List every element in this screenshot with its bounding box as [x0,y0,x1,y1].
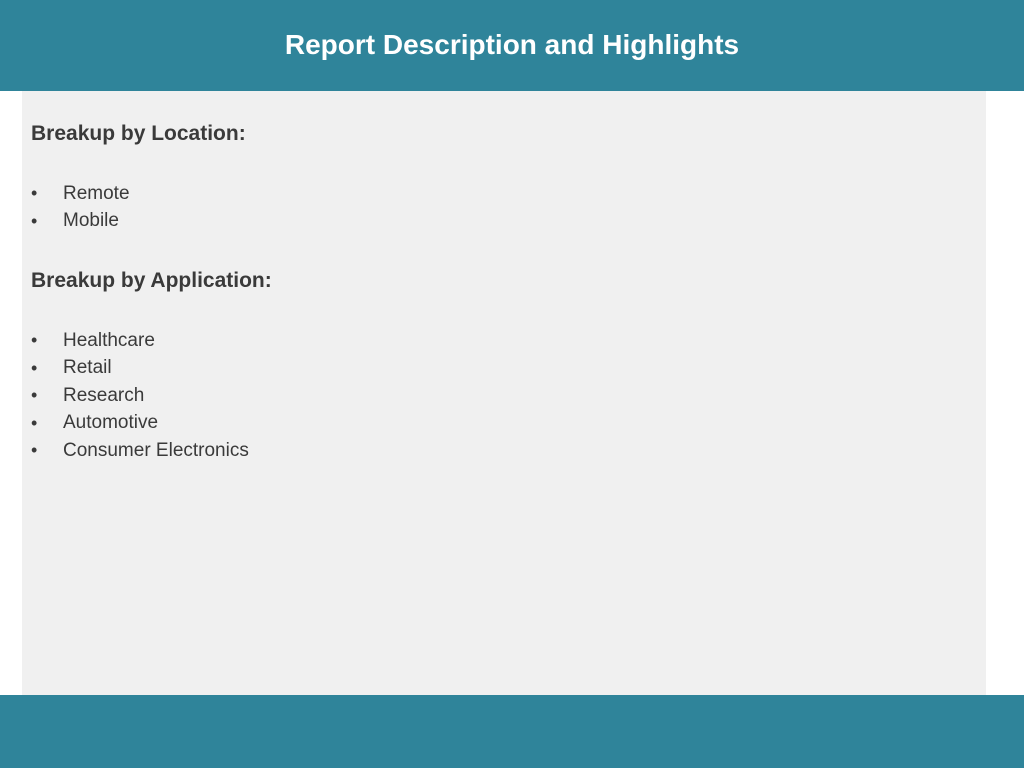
bullet-icon: • [31,210,38,231]
bullet-icon: • [31,440,38,461]
list-item: • Remote [31,180,130,208]
list-item: • Automotive [31,410,249,438]
list-item: • Mobile [31,208,130,236]
bullet-icon: • [31,183,38,204]
list-item-label: Remote [63,182,130,204]
section-heading-application: Breakup by Application: [31,269,272,292]
list-item-label: Automotive [63,412,159,434]
application-list: • Healthcare • Retail • Research • Autom… [31,327,249,465]
list-item-label: Retail [63,357,112,379]
list-item: • Research [31,382,249,410]
slide: Report Description and Highlights Breaku… [0,0,1024,768]
content-panel: Breakup by Location: • Remote • Mobile B… [22,91,986,695]
header-bar: Report Description and Highlights [0,0,1024,91]
section-heading-location: Breakup by Location: [31,122,246,145]
list-item-label: Healthcare [63,329,155,351]
list-item: • Consumer Electronics [31,437,249,465]
location-list: • Remote • Mobile [31,180,130,235]
list-item-label: Consumer Electronics [63,439,249,461]
bullet-icon: • [31,330,38,351]
list-item-label: Research [63,384,145,406]
bullet-icon: • [31,385,38,406]
footer-bar [0,695,1024,768]
bullet-icon: • [31,412,38,433]
page-title: Report Description and Highlights [284,28,740,60]
list-item: • Retail [31,355,249,383]
list-item-label: Mobile [63,210,119,232]
bullet-icon: • [31,357,38,378]
list-item: • Healthcare [31,327,249,355]
